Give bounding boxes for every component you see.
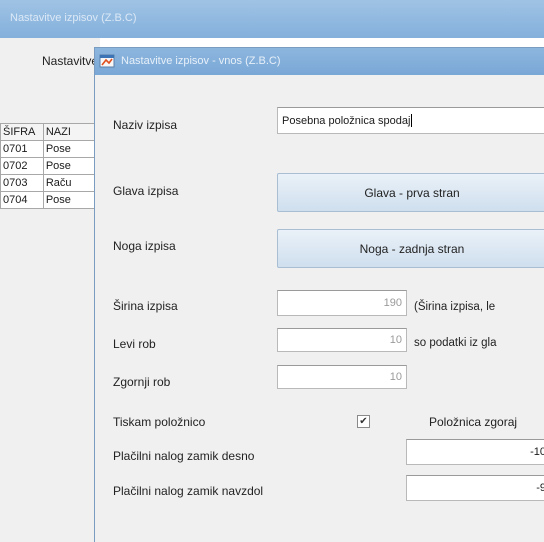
table-cell: Pose (42, 140, 101, 158)
table-row[interactable]: 0704 Pose (0, 191, 101, 209)
left-margin-label: Levi rob (113, 337, 156, 351)
report-settings-dialog: Nastavitve izpisov - vnos (Z.B.C) Naziv … (94, 47, 544, 542)
table-cell: Pose (42, 191, 101, 209)
header-first-page-button[interactable]: Glava - prva stran (277, 173, 544, 212)
dialog-titlebar[interactable]: Nastavitve izpisov - vnos (Z.B.C) (95, 48, 544, 75)
slip-top-label: Položnica zgoraj (429, 415, 518, 429)
report-name-input[interactable]: Posebna položnica spodaj (277, 107, 544, 134)
print-slip-label: Tiskam položnico (113, 415, 206, 429)
table-cell: 0701 (0, 140, 44, 158)
width-value: 190 (383, 297, 402, 309)
payment-offset-right-input[interactable]: -10 (406, 439, 544, 465)
width-label: Širina izpisa (113, 299, 178, 313)
payment-offset-down-value: -9 (536, 482, 544, 494)
report-name-value: Posebna položnica spodaj (282, 114, 411, 127)
column-header-naziv[interactable]: NAZI (42, 123, 101, 141)
dialog-title: Nastavitve izpisov - vnos (Z.B.C) (121, 55, 281, 67)
dialog-body: Naziv izpisa Posebna položnica spodaj Gl… (101, 75, 544, 542)
left-margin-hint: so podatki iz gla (414, 337, 497, 349)
payment-offset-right-label: Plačilni nalog zamik desno (113, 449, 255, 463)
table-cell: Raču (42, 174, 101, 192)
table-cell: 0702 (0, 157, 44, 175)
table-cell: 0704 (0, 191, 44, 209)
column-header-sifra[interactable]: ŠIFRA (0, 123, 44, 141)
background-heading: Nastavitve (42, 54, 99, 68)
top-margin-value: 10 (389, 371, 402, 383)
check-icon: ✔ (359, 416, 368, 427)
width-hint: (Širina izpisa, le (414, 301, 496, 313)
report-name-label: Naziv izpisa (113, 118, 178, 132)
print-slip-checkbox[interactable]: ✔ (357, 415, 370, 428)
background-window-title: Nastavitve izpisov (Z.B.C) (10, 12, 137, 24)
left-margin-value: 10 (389, 334, 402, 346)
width-input[interactable]: 190 (277, 290, 407, 316)
header-label: Glava izpisa (113, 184, 179, 198)
background-window-body: Nastavitve ŠIFRA NAZI 0701 Pose 0702 Pos… (0, 38, 101, 542)
table-cell: 0703 (0, 174, 44, 192)
payment-offset-right-value: -10 (530, 446, 544, 458)
footer-last-page-button[interactable]: Noga - zadnja stran (277, 229, 544, 268)
table-header-row: ŠIFRA NAZI (0, 123, 101, 141)
background-titlebar: Nastavitve izpisov (Z.B.C) (0, 0, 544, 38)
table-row[interactable]: 0702 Pose (0, 157, 101, 175)
table-row[interactable]: 0701 Pose (0, 140, 101, 158)
top-margin-input[interactable]: 10 (277, 365, 407, 389)
left-margin-input[interactable]: 10 (277, 328, 407, 352)
footer-label: Noga izpisa (113, 239, 176, 253)
table-row[interactable]: 0703 Raču (0, 174, 101, 192)
reports-table: ŠIFRA NAZI 0701 Pose 0702 Pose 0703 Raču… (0, 123, 101, 209)
payment-offset-down-label: Plačilni nalog zamik navzdol (113, 484, 264, 498)
payment-offset-down-input[interactable]: -9 (406, 475, 544, 501)
top-margin-label: Zgornji rob (113, 375, 171, 389)
text-caret (411, 114, 413, 127)
app-window-icon (99, 54, 115, 68)
table-cell: Pose (42, 157, 101, 175)
